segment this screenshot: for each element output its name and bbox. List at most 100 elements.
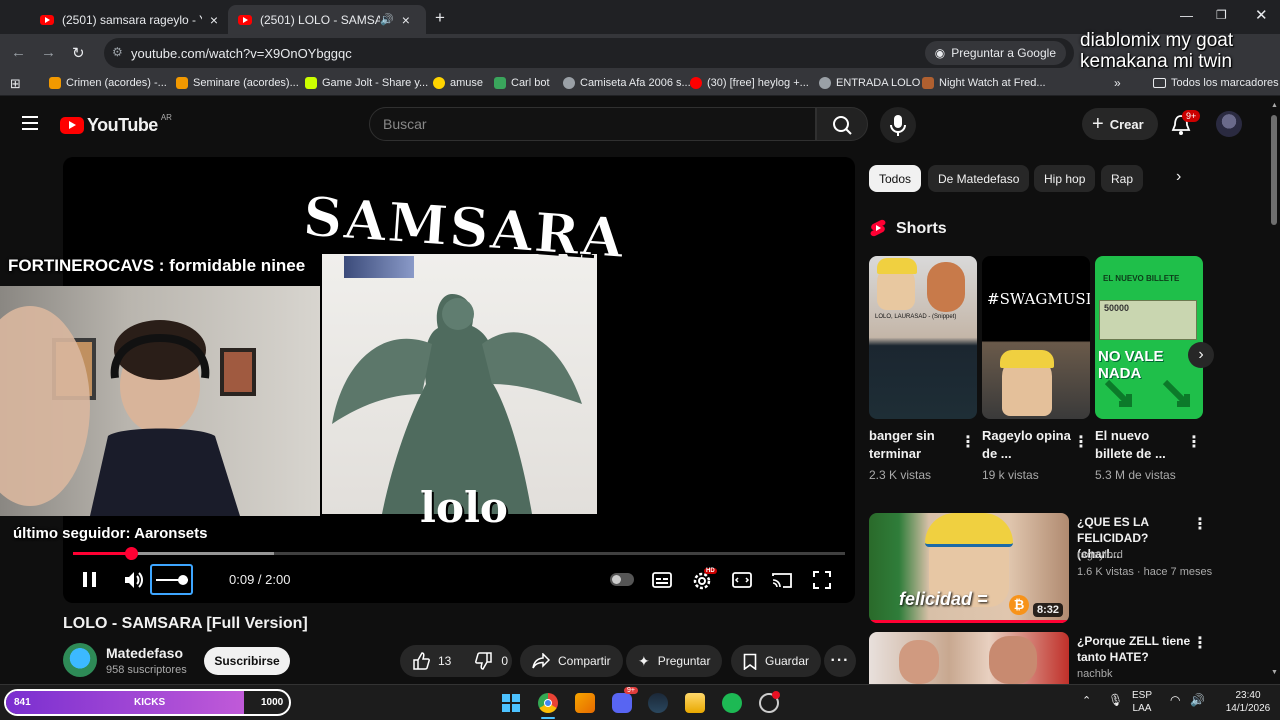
more-vertical-icon[interactable]: ⋮ [960, 432, 976, 452]
short-thumbnail[interactable]: LOLO, LAURASAD - (Snippet) [869, 256, 977, 419]
mute-button[interactable] [123, 570, 145, 590]
wifi-icon[interactable]: ◠ [1170, 694, 1180, 707]
bookmark-item[interactable]: (30) [free] heylog +... [690, 77, 809, 89]
reload-icon[interactable]: ↻ [72, 44, 85, 62]
fl-studio-icon[interactable] [575, 693, 595, 713]
all-bookmarks-button[interactable]: Todos los marcadores [1153, 77, 1279, 89]
more-vertical-icon[interactable]: ⋮ [1192, 633, 1208, 653]
create-button[interactable]: + Crear [1082, 108, 1158, 140]
search-button[interactable] [816, 107, 868, 141]
url-text[interactable]: youtube.com/watch?v=X9OnOYbggqc [131, 46, 352, 61]
forward-arrow-icon[interactable]: → [41, 44, 56, 61]
youtube-play-icon [60, 117, 84, 134]
windows-start-icon[interactable] [501, 693, 521, 713]
video-thumbnail[interactable]: felicidad = ₿ 8:32 [869, 513, 1069, 623]
spotify-icon[interactable] [722, 693, 742, 713]
scrollbar-thumb[interactable] [1271, 115, 1277, 225]
short-title[interactable]: Rageylo opina de ... [982, 427, 1072, 463]
close-tab-icon[interactable]: × [402, 12, 410, 28]
voice-search-button[interactable] [880, 107, 916, 143]
more-vertical-icon[interactable]: ⋮ [1073, 432, 1089, 452]
minimize-icon[interactable]: — [1180, 8, 1193, 23]
browser-tab-1[interactable]: (2501) samsara rageylo - YouTube × [30, 5, 228, 34]
back-arrow-icon[interactable]: ← [11, 44, 26, 61]
obs-icon[interactable] [759, 691, 780, 713]
more-vertical-icon[interactable]: ⋮ [1192, 514, 1208, 534]
video-title-link[interactable]: ¿Porque ZELL tiene tanto HATE? [1077, 633, 1192, 665]
bookmark-favicon-icon [305, 77, 317, 89]
clock[interactable]: 23:40 14/1/2026 [1220, 689, 1276, 715]
chrome-icon[interactable] [538, 693, 558, 713]
save-button[interactable]: Guardar [731, 645, 822, 677]
dislike-button[interactable]: 0 [475, 652, 508, 670]
channel-avatar[interactable] [63, 643, 97, 677]
volume-icon[interactable]: 🔊 [1190, 694, 1205, 707]
chip-todos[interactable]: Todos [869, 165, 922, 192]
share-button[interactable]: Compartir [520, 645, 623, 677]
bookmark-item[interactable]: ENTRADA LOLO [819, 77, 920, 89]
bookmark-item[interactable]: Seminare (acordes)... [176, 77, 299, 89]
more-vertical-icon[interactable]: ⋮ [1186, 432, 1202, 452]
close-window-icon[interactable]: ✕ [1255, 6, 1268, 24]
scrubber-handle[interactable] [124, 547, 138, 560]
new-tab-button[interactable]: + [435, 8, 445, 28]
chip-hip-hop[interactable]: Hip hop [1034, 165, 1096, 192]
chip-rap[interactable]: Rap [1101, 165, 1144, 192]
chevron-up-icon[interactable]: ⌃ [1082, 695, 1091, 708]
short-title[interactable]: El nuevo billete de ... [1095, 427, 1185, 463]
youtube-logo[interactable]: YouTube AR [60, 113, 172, 136]
steam-icon[interactable] [648, 693, 668, 713]
more-bookmarks-icon[interactable]: » [1114, 76, 1121, 90]
ask-google-button[interactable]: ◉ Preguntar a Google [924, 41, 1066, 65]
language-indicator[interactable]: ESP LAA [1132, 689, 1152, 715]
bookmark-item[interactable]: Carl bot [494, 77, 550, 89]
apps-grid-icon[interactable]: ⊞ [10, 76, 21, 92]
restore-icon[interactable]: ❐ [1216, 8, 1227, 22]
shorts-next-button[interactable]: › [1188, 342, 1214, 368]
progress-bar[interactable] [73, 547, 845, 560]
pause-button[interactable] [82, 571, 98, 588]
like-button[interactable]: 13 [412, 652, 451, 670]
bookmark-favicon-icon [690, 77, 702, 89]
ask-button[interactable]: ✦ Preguntar [626, 645, 723, 677]
page-scrollbar[interactable]: ▲ ▼ [1268, 97, 1280, 684]
video-thumbnail[interactable] [869, 632, 1069, 684]
file-explorer-icon[interactable] [685, 693, 705, 713]
channel-name[interactable]: Matedefaso [106, 645, 183, 661]
microphone-icon[interactable]: 🎙 [1108, 694, 1123, 707]
discord-icon[interactable]: 9+ [612, 687, 638, 713]
volume-slider[interactable] [150, 564, 193, 595]
search-input[interactable] [383, 116, 803, 132]
notifications-button[interactable]: 9+ [1171, 110, 1201, 136]
volume-handle[interactable] [178, 575, 189, 585]
chip-de-matedefaso[interactable]: De Matedefaso [928, 165, 1030, 192]
site-info-icon[interactable]: ⚙ [112, 45, 123, 59]
short-thumbnail[interactable]: #SWAGMUSIC [982, 256, 1090, 419]
settings-button[interactable]: HD [692, 568, 717, 591]
short-thumbnail[interactable]: EL NUEVO BILLETE 50000 NO VALE NADA [1095, 256, 1203, 419]
chevron-right-icon[interactable]: › [1176, 168, 1181, 186]
more-actions-button[interactable]: ··· [824, 645, 856, 677]
video-channel[interactable]: nachbk [1077, 668, 1112, 680]
short-title[interactable]: banger sin terminar [869, 427, 959, 463]
fullscreen-button[interactable] [813, 571, 831, 589]
speaker-icon[interactable]: 🔊 [380, 13, 394, 26]
subscribe-button[interactable]: Suscribirse [204, 647, 290, 675]
video-channel[interactable]: rageylord [1077, 549, 1123, 561]
autoplay-toggle[interactable] [610, 573, 634, 586]
theater-mode-button[interactable] [732, 572, 752, 588]
browser-tab-2[interactable]: (2501) LOLO - SAMSARA [Full Version] 🔊 × [228, 5, 426, 34]
bookmark-item[interactable]: amuse [433, 77, 483, 89]
cast-button[interactable] [772, 572, 792, 588]
close-tab-icon[interactable]: × [210, 12, 218, 28]
bookmark-item[interactable]: Night Watch at Fred... [922, 77, 1046, 89]
bookmark-item[interactable]: Game Jolt - Share y... [305, 77, 428, 89]
account-avatar[interactable] [1216, 111, 1242, 137]
bookmark-item[interactable]: Camiseta Afa 2006 s... [563, 77, 691, 89]
bookmark-item[interactable]: Crimen (acordes) -... [49, 77, 167, 89]
address-bar[interactable]: ⚙ youtube.com/watch?v=X9OnOYbggqc ◉ Preg… [104, 38, 1074, 68]
scroll-up-icon[interactable]: ▲ [1271, 102, 1278, 109]
menu-icon[interactable] [22, 116, 38, 130]
subtitles-button[interactable] [652, 572, 672, 588]
scroll-down-icon[interactable]: ▼ [1271, 669, 1278, 676]
